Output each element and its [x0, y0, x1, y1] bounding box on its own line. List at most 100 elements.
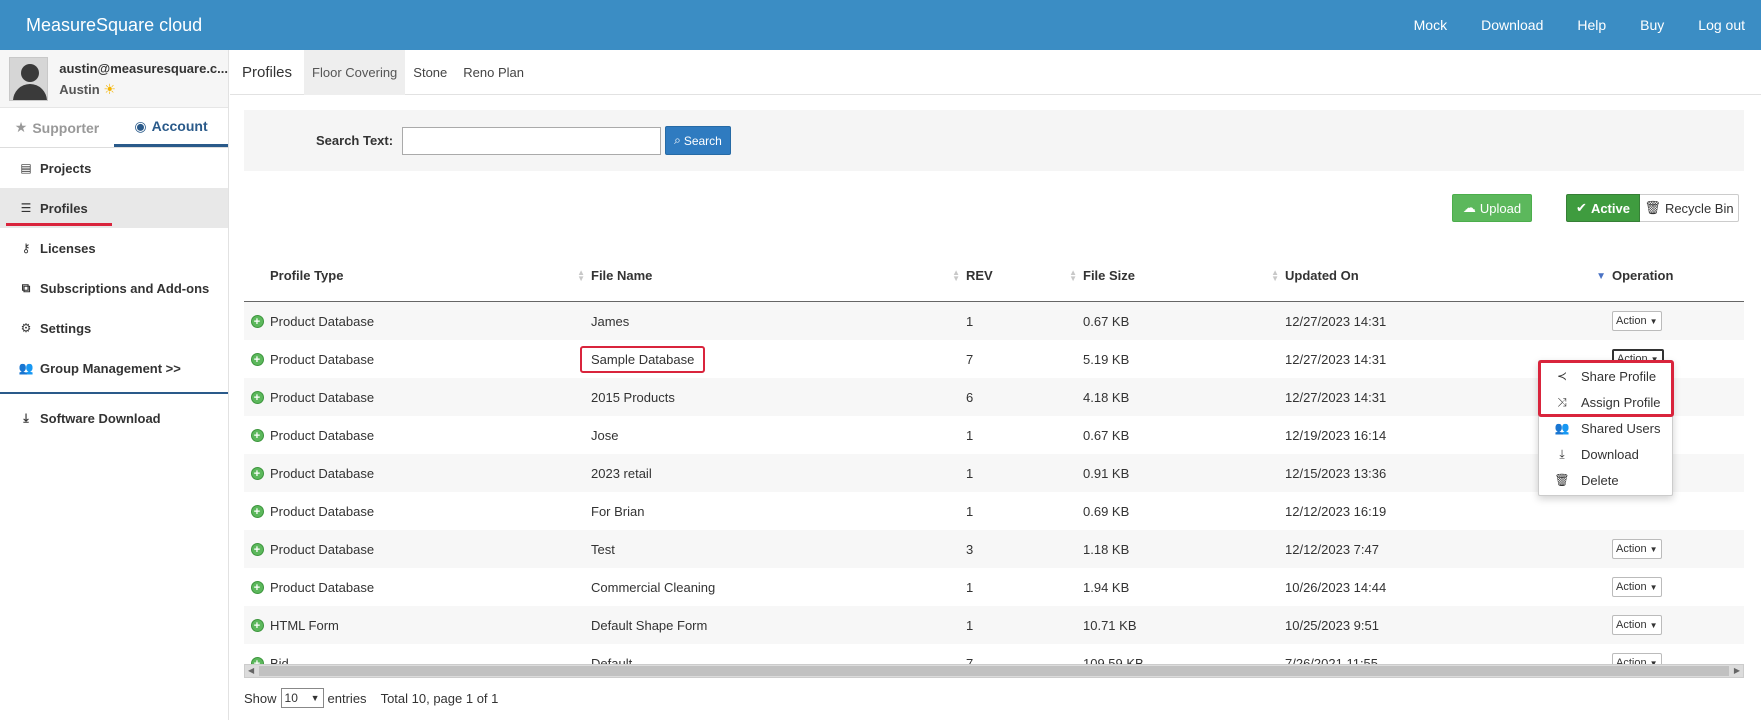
action-button[interactable]: Action ▼ — [1612, 615, 1662, 635]
page-size-select[interactable]: 10 ▼ — [280, 688, 324, 708]
caret-down-icon: ▼ — [1649, 582, 1658, 592]
highlight-box — [1538, 360, 1674, 417]
cell-file-name: 2015 Products — [591, 389, 675, 405]
top-navbar: MeasureSquare cloud Mock Download Help B… — [0, 0, 1761, 50]
col-rev[interactable]: REV ▲ ▼ — [966, 250, 1083, 302]
search-input[interactable] — [402, 126, 662, 155]
scroll-right-icon[interactable]: ▶ — [1734, 665, 1740, 677]
brand-logo[interactable]: MeasureSquare cloud — [0, 15, 229, 36]
action-button[interactable]: Action ▼ — [1612, 539, 1662, 559]
menu-item-shared-users[interactable]: 👥 Shared Users — [1539, 415, 1672, 441]
trash-icon: 🗑 — [1644, 200, 1661, 215]
active-button[interactable]: ✔ Active — [1566, 194, 1640, 222]
cell-rev: 7 — [966, 351, 974, 367]
table-body: + Product Database James 1 0.67 KB 12/27/2023… — [244, 302, 1744, 682]
caret-down-icon: ▼ — [1649, 544, 1658, 554]
sidebar-divider — [0, 392, 228, 394]
sidebar-item-subscriptions[interactable]: ⧉ Subscriptions and Add-ons — [0, 268, 228, 308]
avatar[interactable] — [9, 56, 49, 101]
table-footer: Show 10 ▼ entries Total 10, page 1 of 1 — [244, 688, 498, 708]
caret-down-icon: ▼ — [1649, 620, 1658, 630]
tab-floor-covering[interactable]: Floor Covering — [304, 49, 406, 95]
scrollbar-thumb[interactable] — [259, 666, 1729, 676]
download-icon: ⤓ — [23, 410, 29, 425]
top-nav-links: Mock Download Help Buy Log out — [1380, 0, 1761, 50]
tab-reno-plan[interactable]: Reno Plan — [455, 50, 532, 95]
tab-stone[interactable]: Stone — [405, 50, 455, 95]
col-file-size[interactable]: File Size ▲ ▼ — [1083, 250, 1285, 302]
cell-profile-type: Product Database — [270, 465, 375, 481]
sidebar-item-licenses[interactable]: ⚷ Licenses — [0, 228, 228, 268]
nav-download-link[interactable]: Download — [1481, 17, 1543, 33]
sidebar-item-group-management[interactable]: 👥 Group Management >> — [0, 348, 228, 388]
key-icon: ⚷ — [21, 241, 31, 255]
database-icon: ☰ — [20, 201, 32, 215]
user-info: austin@measuresquare.c... Austin ☀ — [59, 58, 228, 100]
col-updated-on[interactable]: Updated On ▼ — [1285, 250, 1612, 302]
cell-rev: 1 — [966, 579, 974, 595]
expand-plus-icon[interactable]: + — [250, 618, 264, 632]
upload-button[interactable]: ☁ Upload — [1452, 194, 1532, 222]
sidebar-item-projects[interactable]: ▤ Projects — [0, 148, 228, 188]
role-tabs: ★ Supporter ◉ Account — [0, 108, 228, 148]
sort-icon: ▲ ▼ — [1069, 267, 1077, 283]
search-button[interactable]: ⌕ Search — [665, 126, 731, 155]
sun-icon: ☀ — [103, 80, 116, 97]
action-button[interactable]: Action ▼ — [1612, 311, 1662, 331]
users-icon: 👥 — [1554, 421, 1570, 435]
col-file-name[interactable]: File Name ▲ ▼ — [591, 250, 966, 302]
cell-file-name: Test — [591, 541, 615, 557]
nav-logout-link[interactable]: Log out — [1698, 17, 1745, 33]
sidebar-item-profiles[interactable]: ☰ Profiles — [0, 188, 228, 228]
sort-desc-icon: ▼ — [1596, 270, 1606, 282]
cell-file-size: 1.94 KB — [1083, 579, 1130, 595]
table-row: + Product Database 2023 retail 1 0.91 KB 12/1… — [244, 454, 1744, 492]
cell-profile-type: Product Database — [270, 427, 375, 443]
cell-file-size: 0.67 KB — [1083, 427, 1130, 443]
cell-file-size: 0.69 KB — [1083, 503, 1130, 519]
col-operation: Operation — [1612, 268, 1674, 283]
cell-file-name: Sample Database — [580, 345, 706, 373]
caret-down-icon: ▼ — [1649, 316, 1658, 326]
cloud-upload-icon: ☁ — [1462, 200, 1476, 215]
nav-help-link[interactable]: Help — [1577, 17, 1606, 33]
expand-plus-icon[interactable]: + — [250, 580, 264, 594]
sidebar-item-settings[interactable]: ⚙ Settings — [0, 308, 228, 348]
star-icon: ★ — [14, 119, 28, 135]
status-toggle-group: ✔ Active 🗑 Recycle Bin — [1566, 194, 1739, 222]
trash-icon: 🗑 — [1554, 473, 1570, 487]
sidebar-item-software-download[interactable]: ⤓ Software Download — [0, 398, 228, 438]
menu-item-delete[interactable]: 🗑 Delete — [1539, 467, 1672, 493]
tab-account[interactable]: ◉ Account — [114, 108, 228, 147]
cell-rev: 1 — [966, 313, 974, 329]
recycle-bin-button[interactable]: 🗑 Recycle Bin — [1640, 194, 1739, 222]
expand-plus-icon[interactable]: + — [250, 390, 264, 404]
nav-buy-link[interactable]: Buy — [1640, 17, 1664, 33]
cell-profile-type: Product Database — [270, 541, 375, 557]
expand-plus-icon[interactable]: + — [250, 542, 264, 556]
horizontal-scrollbar[interactable]: ◀ ▶ — [244, 664, 1744, 678]
action-button[interactable]: Action ▼ — [1612, 577, 1662, 597]
expand-plus-icon[interactable]: + — [250, 504, 264, 518]
col-profile-type[interactable]: Profile Type ▲ ▼ — [270, 250, 591, 302]
cell-file-size: 0.67 KB — [1083, 313, 1130, 329]
cell-file-name: Commercial Cleaning — [591, 579, 716, 595]
search-label: Search Text: — [316, 133, 394, 148]
tab-supporter[interactable]: ★ Supporter — [0, 108, 114, 147]
user-email: austin@measuresquare.c... — [59, 60, 228, 76]
sidebar-nav: ▤ Projects ☰ Profiles ⚷ Licenses ⧉ Subscript… — [0, 148, 228, 388]
menu-item-download[interactable]: ⤓ Download — [1539, 441, 1672, 467]
cell-file-name: Jose — [591, 427, 619, 443]
expand-plus-icon[interactable]: + — [250, 466, 264, 480]
cell-rev: 1 — [966, 617, 974, 633]
cell-profile-type: Product Database — [270, 579, 375, 595]
expand-plus-icon[interactable]: + — [250, 314, 264, 328]
nav-mock-link[interactable]: Mock — [1414, 17, 1447, 33]
expand-plus-icon[interactable]: + — [250, 428, 264, 442]
cell-file-size: 4.18 KB — [1083, 389, 1130, 405]
cell-profile-type: Product Database — [270, 313, 375, 329]
scroll-left-icon[interactable]: ◀ — [248, 665, 254, 677]
profiles-table: Profile Type ▲ ▼ File Name ▲ ▼ REV ▲ ▼ File Si… — [244, 268, 1744, 682]
expand-plus-icon[interactable]: + — [250, 352, 264, 366]
users-icon: 👥 — [18, 361, 34, 375]
